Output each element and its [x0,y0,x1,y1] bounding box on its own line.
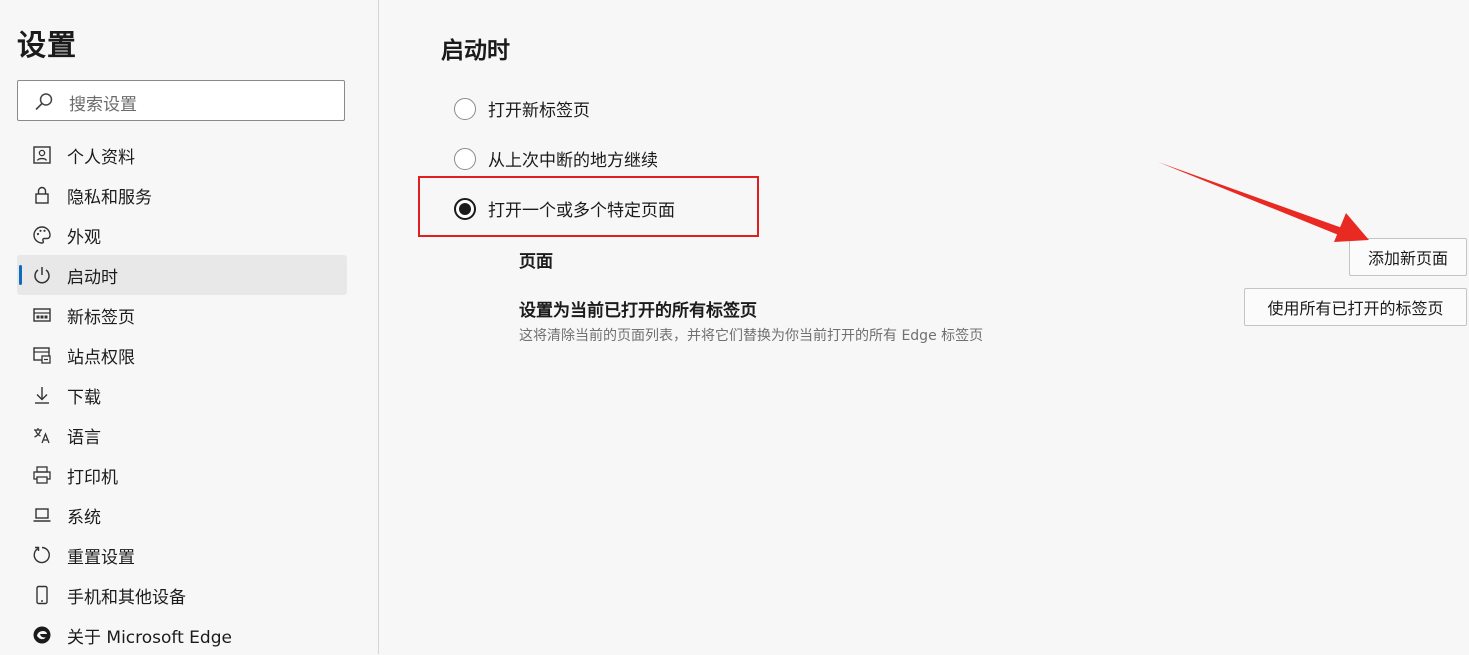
reset-icon [31,544,53,566]
use-all-tabs-description: 这将清除当前的页面列表，并将它们替换为你当前打开的所有 Edge 标签页 [519,328,984,344]
radio-button[interactable] [454,97,476,120]
printer-icon [31,464,53,486]
sidebar-item-site-permissions[interactable]: 站点权限 [17,335,347,375]
sidebar-item-label: 新标签页 [67,307,135,328]
pages-label: 页面 [519,252,553,272]
page-title: 启动时 [441,38,510,64]
sidebar-item-system[interactable]: 系统 [17,495,347,535]
option-continue-where-left-off[interactable]: 从上次中断的地方继续 [454,146,658,171]
sidebar-item-printers[interactable]: 打印机 [17,455,347,495]
sidebar-item-profile[interactable]: 个人资料 [17,135,347,175]
sidebar-item-label: 外观 [67,227,101,248]
sidebar-item-reset[interactable]: 重置设置 [17,535,347,575]
settings-title: 设置 [17,28,78,62]
sidebar-item-label: 启动时 [67,267,118,288]
sidebar-item-label: 系统 [67,507,101,528]
sidebar-item-appearance[interactable]: 外观 [17,215,347,255]
sidebar-item-privacy[interactable]: 隐私和服务 [17,175,347,215]
site-permissions-icon [31,344,53,366]
use-all-tabs-title: 设置为当前已打开的所有标签页 [519,301,757,321]
sidebar-item-languages[interactable]: 语言 [17,415,347,455]
sidebar-item-label: 手机和其他设备 [67,587,186,608]
lock-icon [31,184,53,206]
sidebar-item-downloads[interactable]: 下载 [17,375,347,415]
search-placeholder: 搜索设置 [69,95,137,115]
sidebar-item-phone[interactable]: 手机和其他设备 [17,575,347,615]
option-label: 从上次中断的地方继续 [488,151,658,171]
sidebar-item-label: 关于 Microsoft Edge [67,627,232,648]
language-icon [31,424,53,446]
laptop-icon [31,504,53,526]
search-icon [35,93,53,111]
sidebar: 设置 搜索设置 个人资料 隐私和服务 外观 启动时 新标签页 站点权限 下载 语… [0,0,379,654]
sidebar-item-label: 打印机 [67,467,118,488]
option-label: 打开新标签页 [488,101,590,121]
option-open-new-tab[interactable]: 打开新标签页 [454,96,590,121]
sidebar-item-startup[interactable]: 启动时 [17,255,347,295]
phone-icon [31,584,53,606]
sidebar-item-label: 个人资料 [67,147,135,168]
edge-logo-icon [31,624,53,646]
new-tab-icon [31,304,53,326]
search-input[interactable]: 搜索设置 [17,80,345,121]
sidebar-item-label: 站点权限 [67,347,135,368]
power-icon [31,264,53,286]
sidebar-nav: 个人资料 隐私和服务 外观 启动时 新标签页 站点权限 下载 语言 打印机 系统… [17,135,347,655]
download-icon [31,384,53,406]
add-new-page-button[interactable]: 添加新页面 [1349,238,1467,276]
sidebar-item-label: 重置设置 [67,547,135,568]
sidebar-item-label: 下载 [67,387,101,408]
sidebar-item-label: 隐私和服务 [67,187,152,208]
sidebar-item-new-tab[interactable]: 新标签页 [17,295,347,335]
palette-icon [31,224,53,246]
sidebar-item-label: 语言 [67,427,101,448]
sidebar-item-about[interactable]: 关于 Microsoft Edge [17,615,347,655]
profile-icon [31,144,53,166]
annotation-highlight-box [418,176,759,237]
use-all-open-tabs-button[interactable]: 使用所有已打开的标签页 [1244,288,1467,326]
radio-button[interactable] [454,147,476,170]
